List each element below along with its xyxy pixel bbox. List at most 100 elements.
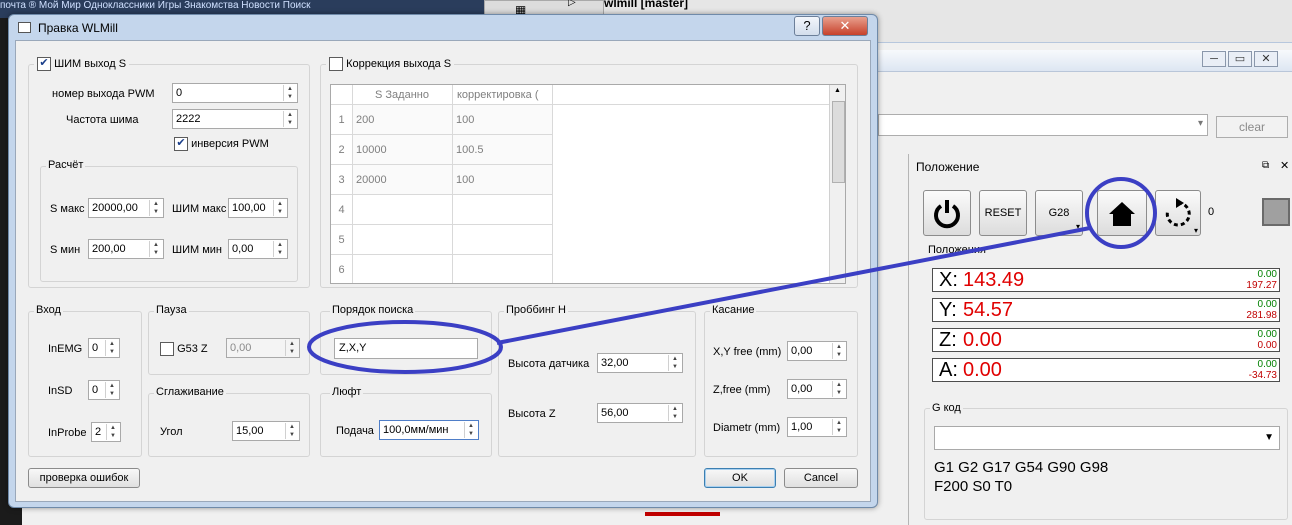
correction-checkbox[interactable] <box>329 57 343 71</box>
feed-label: Подача <box>336 425 374 437</box>
table-cell[interactable] <box>353 225 453 255</box>
g53z-checkbox[interactable] <box>160 342 174 356</box>
row-header[interactable]: 2 <box>331 135 353 165</box>
table-cell[interactable]: 100 <box>453 105 553 135</box>
row-header[interactable]: 3 <box>331 165 353 195</box>
row-header[interactable]: 4 <box>331 195 353 225</box>
table-cell[interactable] <box>453 195 553 225</box>
table-scrollbar[interactable]: ▲ <box>829 85 845 283</box>
inprobe-spinbox[interactable]: 2 ▲ ▼ <box>91 422 121 442</box>
spinbox-value: 15,00 <box>236 425 264 437</box>
inemg-spinbox[interactable]: 0 ▲ ▼ <box>88 338 120 358</box>
g53z-spinbox[interactable]: 0,00 ▲ ▼ <box>226 338 300 358</box>
table-cell[interactable]: 20000 <box>353 165 453 195</box>
scroll-up-icon[interactable]: ▲ <box>834 87 841 94</box>
spin-arrows-icon[interactable]: ▲ ▼ <box>832 419 845 435</box>
minimize-button[interactable]: ─ <box>1202 51 1226 67</box>
spin-arrows-icon[interactable]: ▲ ▼ <box>285 423 298 439</box>
pwm-invert-checkbox[interactable]: ✔ <box>174 137 188 151</box>
row-header[interactable]: 6 <box>331 255 353 283</box>
table-cell[interactable]: 100 <box>453 165 553 195</box>
close-button[interactable]: ✕ <box>822 16 868 36</box>
row-header[interactable]: 5 <box>331 225 353 255</box>
table-cell[interactable] <box>353 255 453 283</box>
z-height-spinbox[interactable]: 56,00 ▲ ▼ <box>597 403 683 423</box>
axis-label: X: <box>939 269 958 291</box>
spin-arrows-icon[interactable]: ▲ ▼ <box>105 382 118 398</box>
search-order-value: Z,X,Y <box>339 342 367 354</box>
column-header[interactable]: корректировка ( <box>453 85 553 105</box>
spinbox-value: 0,00 <box>230 342 252 354</box>
table-cell[interactable] <box>453 255 553 283</box>
feed-spinbox[interactable]: 100,0мм/мин ▲ ▼ <box>379 420 479 440</box>
dock-float-icon[interactable]: ⧉ <box>1262 160 1269 171</box>
pwm-max-spinbox[interactable]: 100,00 ▲ ▼ <box>228 198 288 218</box>
spin-arrows-icon[interactable]: ▲ ▼ <box>668 355 681 371</box>
spin-arrows-icon[interactable]: ▲ ▼ <box>106 424 119 440</box>
search-order-input[interactable]: Z,X,Y <box>334 338 478 359</box>
smax-spinbox[interactable]: 20000,00 ▲ ▼ <box>88 198 164 218</box>
home-button[interactable] <box>1097 190 1147 236</box>
row-header[interactable]: 1 <box>331 105 353 135</box>
pwm-checkbox[interactable]: ✔ <box>37 57 51 71</box>
window-close-button[interactable]: ✕ <box>1254 51 1278 67</box>
table-cell[interactable]: 200 <box>353 105 453 135</box>
spin-arrows-icon[interactable]: ▲ ▼ <box>105 340 118 356</box>
play-icon: ▷ <box>568 0 576 8</box>
spin-arrows-icon[interactable]: ▲ ▼ <box>464 422 477 438</box>
spindle-button[interactable]: ▾ <box>1155 190 1201 236</box>
spin-arrows-icon[interactable]: ▲ ▼ <box>668 405 681 421</box>
spin-arrows-icon[interactable]: ▲ ▼ <box>273 241 286 257</box>
power-button[interactable] <box>923 190 971 236</box>
pwm-invert-row[interactable]: ✔ инверсия PWM <box>174 137 269 151</box>
table-cell[interactable]: 10000 <box>353 135 453 165</box>
table-corner <box>331 85 353 105</box>
ok-button[interactable]: OK <box>704 468 776 488</box>
angle-spinbox[interactable]: 15,00 ▲ ▼ <box>232 421 300 441</box>
correction-table[interactable]: S Заданно корректировка ( 1 200 100 2 10… <box>330 84 846 284</box>
column-header[interactable]: S Заданно <box>353 85 453 105</box>
gcode-combo[interactable]: ▼ <box>934 426 1280 450</box>
scrollbar-thumb[interactable] <box>832 101 845 183</box>
sensor-height-spinbox[interactable]: 32,00 ▲ ▼ <box>597 353 683 373</box>
axis-value: 0.00 <box>963 329 1002 351</box>
insd-spinbox[interactable]: 0 ▲ ▼ <box>88 380 120 400</box>
table-cell[interactable]: 100.5 <box>453 135 553 165</box>
spin-arrows-icon[interactable]: ▲ ▼ <box>832 381 845 397</box>
spin-arrows-icon[interactable]: ▲ ▼ <box>832 343 845 359</box>
correction-header: Коррекция выхода S <box>326 57 455 71</box>
diameter-spinbox[interactable]: 1,00 ▲ ▼ <box>787 417 847 437</box>
table-cell[interactable] <box>353 195 453 225</box>
pwm-frequency-spinbox[interactable]: 2222 ▲ ▼ <box>172 109 298 129</box>
browser-links[interactable]: почта ® Мой Мир Одноклассники Игры Знако… <box>0 0 480 10</box>
table-cell[interactable] <box>453 225 553 255</box>
gcode-modal-line: G1 G2 G17 G54 G90 G98 <box>934 459 1109 476</box>
spin-arrows-icon[interactable]: ▲ ▼ <box>283 85 296 101</box>
spin-arrows-icon[interactable]: ▲ ▼ <box>273 200 286 216</box>
g28-label: G28 <box>1048 207 1070 219</box>
editor-tab-title[interactable]: wlmill [master] <box>604 0 688 10</box>
touch-title: Касание <box>710 304 757 316</box>
g28-button[interactable]: G28 ▾ <box>1035 190 1083 236</box>
dock-close-icon[interactable]: ✕ <box>1280 159 1289 172</box>
z-free-spinbox[interactable]: 0,00 ▲ ▼ <box>787 379 847 399</box>
g53z-row[interactable]: G53 Z <box>160 342 208 356</box>
spin-arrows-icon[interactable]: ▲ ▼ <box>283 111 296 127</box>
xy-free-spinbox[interactable]: 0,00 ▲ ▼ <box>787 341 847 361</box>
spin-arrows-icon[interactable]: ▲ ▼ <box>149 241 162 257</box>
spin-arrows-icon[interactable]: ▲ ▼ <box>149 200 162 216</box>
spinbox-value: 100,00 <box>232 202 266 214</box>
command-combo[interactable]: ▾ <box>878 114 1208 136</box>
power-icon <box>934 200 960 229</box>
input-group-title: Вход <box>34 304 63 316</box>
smin-spinbox[interactable]: 200,00 ▲ ▼ <box>88 239 164 259</box>
help-button[interactable]: ? <box>794 16 820 36</box>
reset-button[interactable]: RESET <box>979 190 1027 236</box>
clear-button[interactable]: clear <box>1216 116 1288 138</box>
check-errors-button[interactable]: проверка ошибок <box>28 468 140 488</box>
pwm-output-spinbox[interactable]: 0 ▲ ▼ <box>172 83 298 103</box>
maximize-button[interactable]: ▭ <box>1228 51 1252 67</box>
cancel-button[interactable]: Cancel <box>784 468 858 488</box>
spin-arrows-icon[interactable]: ▲ ▼ <box>285 340 298 356</box>
pwm-min-spinbox[interactable]: 0,00 ▲ ▼ <box>228 239 288 259</box>
